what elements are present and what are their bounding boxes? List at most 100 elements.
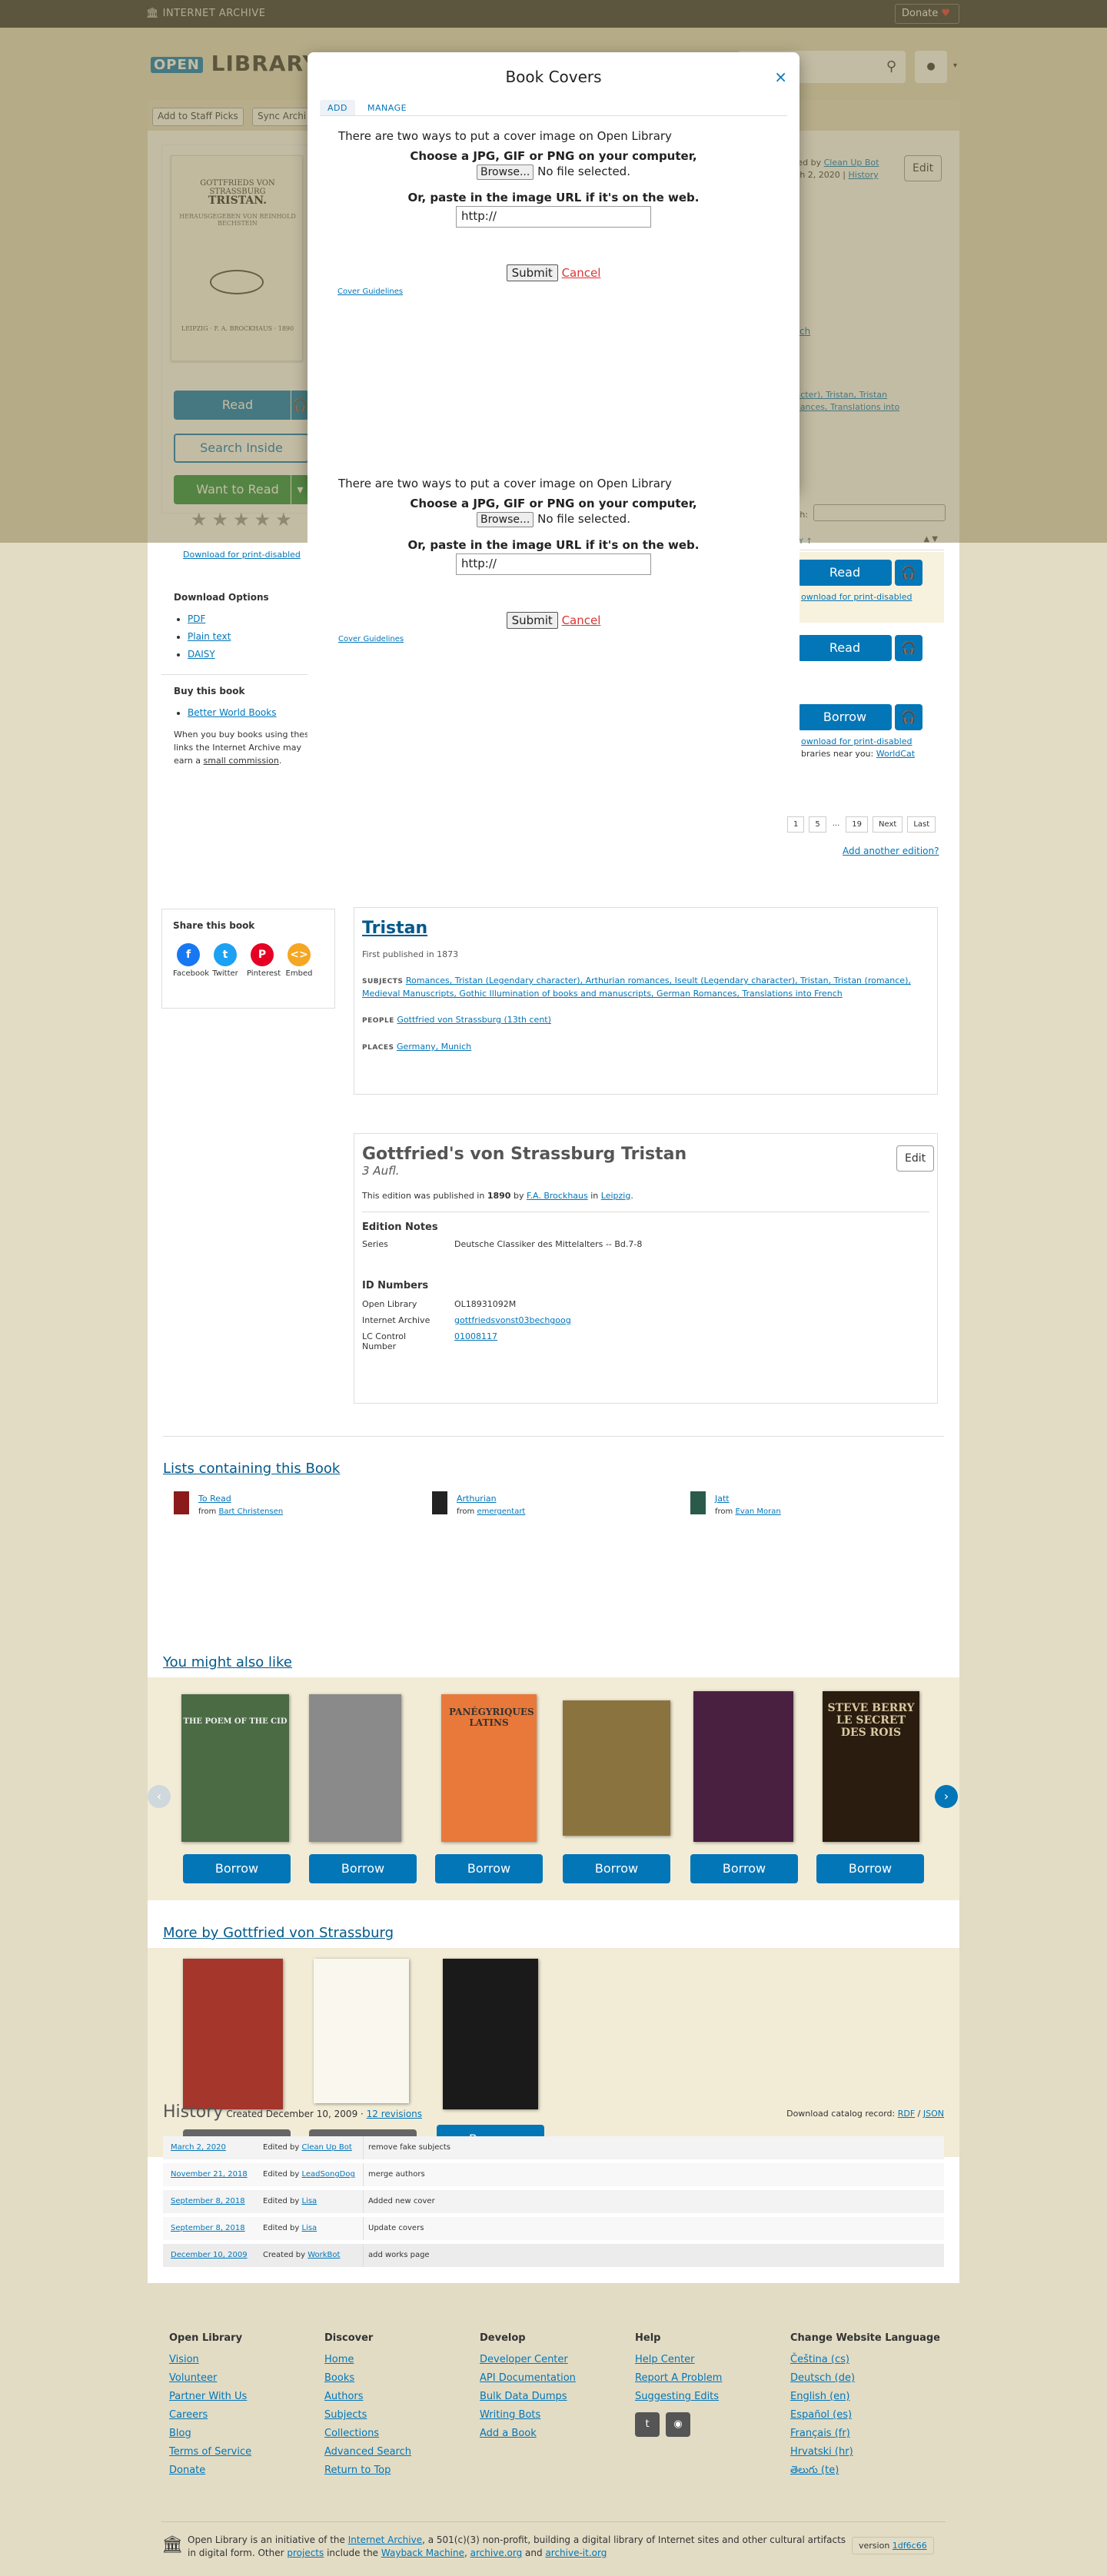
edit-edition-button[interactable]: Edit <box>896 1145 935 1172</box>
history-user-link[interactable]: Lisa <box>302 2224 317 2232</box>
places-links[interactable]: Germany, Munich <box>397 1042 471 1052</box>
tab-add[interactable]: ADD <box>320 100 355 116</box>
page-19[interactable]: 19 <box>846 816 869 833</box>
submit-button[interactable]: Submit <box>506 264 558 281</box>
list-jatt-link[interactable]: Jatt <box>715 1494 730 1504</box>
lists-title[interactable]: Lists containing this Book <box>163 1461 340 1477</box>
footer-link-add-book[interactable]: Add a Book <box>480 2425 576 2443</box>
carousel-next-icon[interactable]: › <box>935 1785 958 1808</box>
footer-link-help-center[interactable]: Help Center <box>635 2351 722 2369</box>
footer-link-suggesting-edits[interactable]: Suggesting Edits <box>635 2388 722 2406</box>
footer-link-api-docs[interactable]: API Documentation <box>480 2369 576 2388</box>
github-icon[interactable]: ◉ <box>666 2412 690 2437</box>
book-poem-of-the-cid[interactable]: THE POEM OF THE CID <box>181 1694 289 1842</box>
footer-archiveit-link[interactable]: archive-it.org <box>545 2548 607 2558</box>
footer-lang-de[interactable]: Deutsch (de) <box>790 2369 940 2388</box>
history-date-link[interactable]: November 21, 2018 <box>171 2163 248 2186</box>
twitter-icon[interactable]: t <box>635 2412 660 2437</box>
footer-lang-hr[interactable]: Hrvatski (hr) <box>790 2443 940 2461</box>
download-daisy-link[interactable]: DAISY <box>188 649 215 660</box>
borrow-button-6[interactable]: Borrow <box>816 1854 924 1883</box>
edition-print-disabled-link[interactable]: ownload for print-disabled <box>801 592 912 602</box>
footer-link-careers[interactable]: Careers <box>169 2406 251 2425</box>
more-by-title[interactable]: More by Gottfried von Strassburg <box>163 1925 394 1941</box>
history-date-link[interactable]: September 8, 2018 <box>171 2217 245 2240</box>
history-user-link[interactable]: Lisa <box>302 2197 317 2205</box>
borrow-button-4[interactable]: Borrow <box>563 1854 670 1883</box>
publisher-link[interactable]: F.A. Brockhaus <box>527 1191 588 1201</box>
edition-3-borrow-button[interactable]: Borrow <box>798 704 892 730</box>
cover-guidelines-link[interactable]: Cover Guidelines <box>338 635 769 643</box>
footer-link-subjects[interactable]: Subjects <box>324 2406 411 2425</box>
footer-link-writing-bots[interactable]: Writing Bots <box>480 2406 576 2425</box>
browse-button[interactable]: Browse... <box>477 512 534 527</box>
history-date-link[interactable]: September 8, 2018 <box>171 2190 245 2213</box>
edition-2-read-button[interactable]: Read <box>798 635 892 661</box>
ia-identifier-link[interactable]: gottfriedsvonst03bechgoog <box>454 1315 929 1325</box>
footer-link-donate[interactable]: Donate <box>169 2461 251 2480</box>
cancel-link[interactable]: Cancel <box>562 613 601 627</box>
list-to-read-link[interactable]: To Read <box>198 1494 231 1504</box>
footer-link-return-top[interactable]: Return to Top <box>324 2461 411 2480</box>
page-next[interactable]: Next <box>873 816 903 833</box>
footer-ia-link[interactable]: Internet Archive <box>348 2534 422 2545</box>
more-by-book-2[interactable] <box>314 1959 409 2103</box>
edition-2-listen-icon[interactable]: 🎧 <box>895 635 922 661</box>
share-twitter[interactable]: t Twitter <box>210 943 241 978</box>
carousel-prev-icon[interactable]: ‹ <box>148 1785 171 1808</box>
version-link[interactable]: 1df6c66 <box>893 2541 927 2551</box>
footer-link-authors[interactable]: Authors <box>324 2388 411 2406</box>
also-like-title[interactable]: You might also like <box>163 1654 292 1670</box>
footer-link-bulk-data[interactable]: Bulk Data Dumps <box>480 2388 576 2406</box>
more-by-book-3[interactable] <box>443 1959 538 2109</box>
footer-link-developer-center[interactable]: Developer Center <box>480 2351 576 2369</box>
cover-guidelines-link[interactable]: Cover Guidelines <box>337 288 769 296</box>
page-5[interactable]: 5 <box>809 816 826 833</box>
download-pdf-link[interactable]: PDF <box>188 613 205 624</box>
revisions-link[interactable]: 12 revisions <box>367 2109 422 2119</box>
download-text-link[interactable]: Plain text <box>188 631 231 642</box>
lc-control-link[interactable]: 01008117 <box>454 1331 929 1351</box>
list-owner-link[interactable]: Bart Christensen <box>218 1507 283 1516</box>
footer-wayback-link[interactable]: Wayback Machine <box>381 2548 464 2558</box>
edition-listen-icon[interactable]: 🎧 <box>895 560 922 586</box>
footer-link-report-problem[interactable]: Report A Problem <box>635 2369 722 2388</box>
borrow-button-5[interactable]: Borrow <box>690 1854 798 1883</box>
place-link[interactable]: Leipzig <box>601 1191 631 1201</box>
edition-3-print-disabled-link[interactable]: ownload for print-disabled <box>801 736 912 746</box>
more-by-book-1[interactable] <box>183 1959 283 2109</box>
footer-lang-fr[interactable]: Français (fr) <box>790 2425 940 2443</box>
history-user-link[interactable]: WorkBot <box>308 2251 340 2259</box>
json-link[interactable]: JSON <box>923 2109 944 2119</box>
list-arthurian-link[interactable]: Arthurian <box>457 1494 497 1504</box>
page-1[interactable]: 1 <box>787 816 805 833</box>
footer-link-home[interactable]: Home <box>324 2351 411 2369</box>
edition-read-button[interactable]: Read <box>798 560 892 586</box>
cover-url-input[interactable]: http:// <box>456 206 651 228</box>
people-link[interactable]: Gottfried von Strassburg (13th cent) <box>397 1015 551 1025</box>
add-another-edition-link[interactable]: Add another edition? <box>843 846 939 856</box>
borrow-button-3[interactable]: Borrow <box>435 1854 543 1883</box>
history-date-link[interactable]: March 2, 2020 <box>171 2136 226 2159</box>
footer-link-books[interactable]: Books <box>324 2369 411 2388</box>
browse-button[interactable]: Browse... <box>477 165 534 180</box>
share-embed[interactable]: <> Embed <box>284 943 314 978</box>
download-print-disabled-link[interactable]: Download for print-disabled <box>183 549 301 561</box>
close-icon[interactable]: × <box>774 68 787 86</box>
page-last[interactable]: Last <box>907 816 936 833</box>
worldcat-link[interactable]: WorldCat <box>876 749 915 759</box>
history-user-link[interactable]: Clean Up Bot <box>302 2143 352 2152</box>
footer-link-partner[interactable]: Partner With Us <box>169 2388 251 2406</box>
list-owner-link[interactable]: emergentart <box>477 1507 525 1516</box>
small-commission-link[interactable]: small commission <box>204 756 279 766</box>
work-title[interactable]: Tristan <box>362 919 929 938</box>
footer-link-terms[interactable]: Terms of Service <box>169 2443 251 2461</box>
footer-lang-te[interactable]: తెలుగు (te) <box>790 2461 940 2480</box>
book-cover-2[interactable] <box>309 1694 401 1842</box>
book-panegyriques-latins[interactable]: PANÉGYRIQUES LATINS <box>441 1694 537 1842</box>
share-facebook[interactable]: f Facebook <box>173 943 209 978</box>
footer-link-vision[interactable]: Vision <box>169 2351 251 2369</box>
footer-lang-es[interactable]: Español (es) <box>790 2406 940 2425</box>
book-steve-berry[interactable]: STEVE BERRY LE SECRET DES ROIS <box>823 1691 919 1842</box>
history-user-link[interactable]: LeadSongDog <box>302 2170 355 2179</box>
